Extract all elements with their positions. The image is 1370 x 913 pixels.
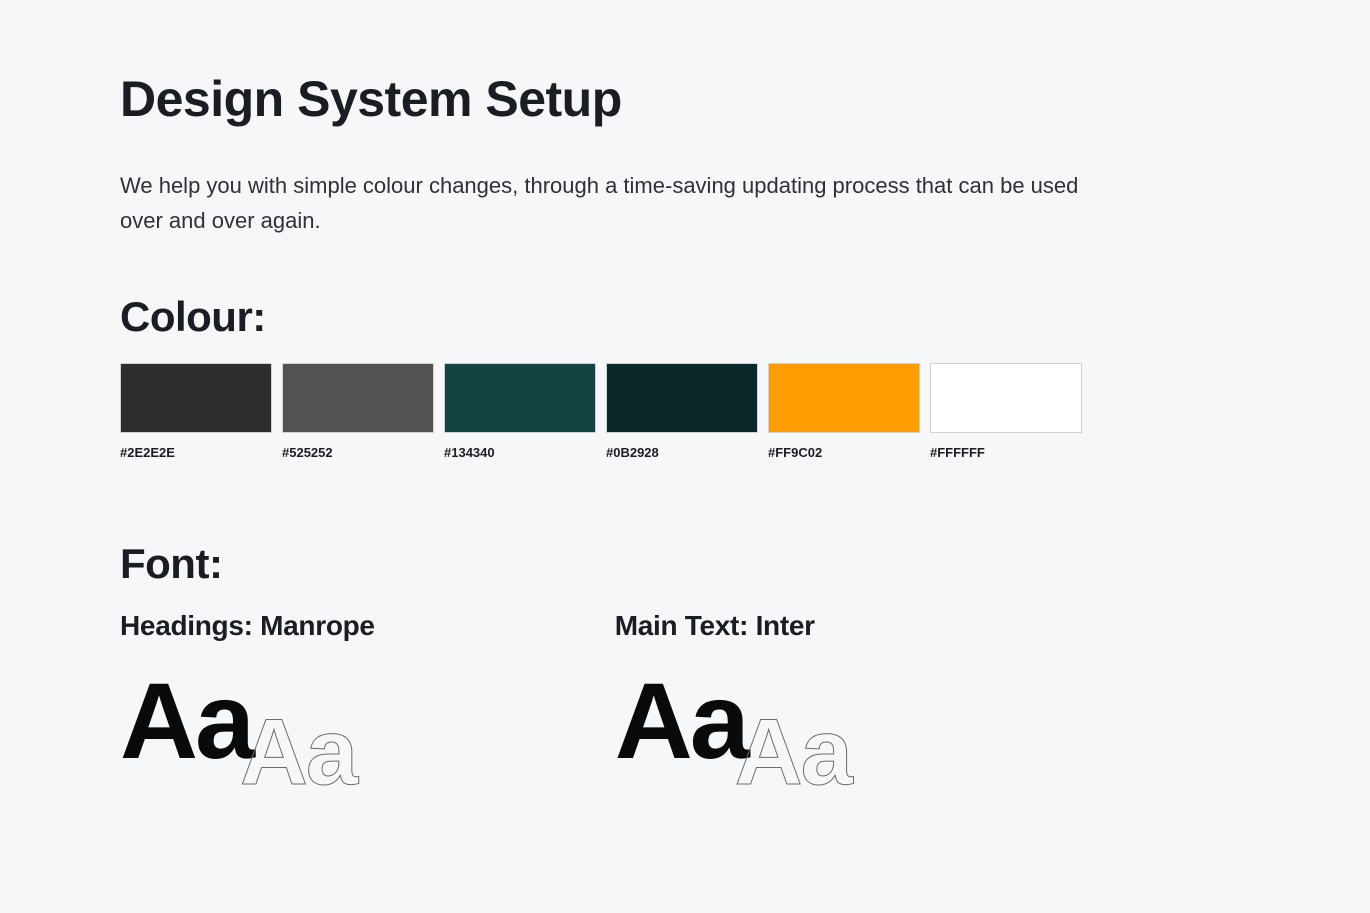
font-sample: Aa Aa bbox=[120, 672, 375, 822]
font-sample-solid: Aa bbox=[120, 660, 252, 781]
colour-swatch: #FF9C02 bbox=[768, 363, 920, 460]
swatch-box bbox=[120, 363, 272, 433]
swatch-label: #134340 bbox=[444, 445, 596, 460]
font-heading: Font: bbox=[120, 540, 1250, 588]
colour-swatch: #0B2928 bbox=[606, 363, 758, 460]
swatch-box bbox=[444, 363, 596, 433]
swatch-box bbox=[768, 363, 920, 433]
font-row: Headings: Manrope Aa Aa Main Text: Inter… bbox=[120, 610, 1250, 822]
swatch-label: #FF9C02 bbox=[768, 445, 920, 460]
colour-swatch-row: #2E2E2E #525252 #134340 #0B2928 #FF9C02 … bbox=[120, 363, 1250, 460]
font-sample-solid: Aa bbox=[615, 660, 747, 781]
font-label: Headings: Manrope bbox=[120, 610, 375, 642]
font-label: Main Text: Inter bbox=[615, 610, 815, 642]
font-headings-col: Headings: Manrope Aa Aa bbox=[120, 610, 375, 822]
swatch-box bbox=[930, 363, 1082, 433]
colour-swatch: #2E2E2E bbox=[120, 363, 272, 460]
font-maintext-col: Main Text: Inter Aa Aa bbox=[615, 610, 815, 822]
page-description: We help you with simple colour changes, … bbox=[120, 168, 1100, 238]
swatch-label: #2E2E2E bbox=[120, 445, 272, 460]
font-sample: Aa Aa bbox=[615, 672, 815, 822]
swatch-box bbox=[606, 363, 758, 433]
colour-heading: Colour: bbox=[120, 293, 1250, 341]
swatch-label: #0B2928 bbox=[606, 445, 758, 460]
swatch-box bbox=[282, 363, 434, 433]
colour-swatch: #FFFFFF bbox=[930, 363, 1082, 460]
colour-swatch: #134340 bbox=[444, 363, 596, 460]
colour-swatch: #525252 bbox=[282, 363, 434, 460]
swatch-label: #FFFFFF bbox=[930, 445, 1082, 460]
font-sample-outline: Aa bbox=[240, 710, 356, 795]
swatch-label: #525252 bbox=[282, 445, 434, 460]
page-title: Design System Setup bbox=[120, 70, 1250, 128]
font-sample-outline: Aa bbox=[735, 710, 851, 795]
